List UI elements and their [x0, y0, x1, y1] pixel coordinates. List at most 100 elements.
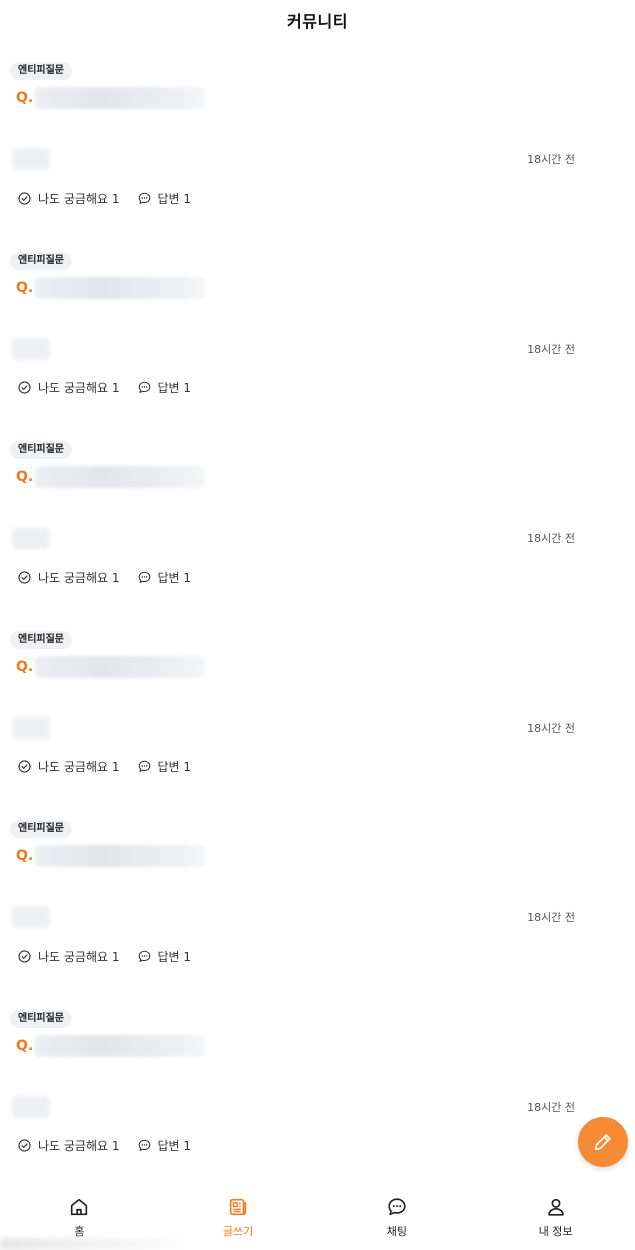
tab-label: 채팅: [386, 1225, 407, 1238]
question-title-blurred: [35, 845, 206, 868]
comment-icon: [138, 760, 150, 773]
question-mark: Q.: [16, 90, 34, 106]
curious-button[interactable]: 나도 궁금해요 1: [18, 948, 120, 965]
post-card[interactable]: 엔티피질문 Q. 18시간 전 나도 궁금해요 1 답변 1: [0, 1006, 635, 1196]
answer-count-label: 답변 1: [157, 949, 192, 964]
comment-icon: [138, 1140, 150, 1152]
answer-count-label: 답변 1: [157, 570, 192, 585]
author-name-blurred: [12, 906, 50, 929]
question-mark: Q.: [16, 848, 34, 865]
comment-icon: [138, 950, 150, 962]
tab-label: 홈: [74, 1225, 85, 1238]
post-time: 18시간 전: [527, 911, 575, 925]
category-badge: 엔티피질문: [10, 820, 72, 839]
category-badge: 엔티피질문: [10, 62, 72, 80]
curious-count-label: 나도 궁금해요 1: [38, 1139, 120, 1154]
question-title-blurred: [35, 655, 206, 678]
answer-button[interactable]: 답변 1: [138, 569, 192, 586]
comment-icon: [138, 381, 150, 393]
comment-icon: [138, 192, 150, 204]
author-name-blurred: [12, 148, 50, 170]
app-header: 커뮤니티: [0, 0, 635, 40]
answer-count-label: 답변 1: [157, 1139, 192, 1154]
page-title: 커뮤니티: [287, 12, 348, 31]
question-mark: Q.: [16, 1037, 34, 1054]
tab-label: 내 정보: [538, 1225, 573, 1238]
question-row[interactable]: Q.: [16, 465, 206, 489]
curious-count-label: 나도 궁금해요 1: [38, 191, 120, 206]
answer-count-label: 답변 1: [157, 191, 192, 206]
post-feed[interactable]: 엔티피질문 Q. 18시간 전 나도 궁금해요 1 답변 1 엔티피질문 Q. …: [0, 58, 635, 1196]
chat-icon: [388, 1198, 406, 1216]
pencil-icon: [594, 1134, 611, 1151]
post-card[interactable]: 엔티피질문 Q. 18시간 전 나도 궁금해요 1 답변 1: [0, 627, 635, 817]
tab-label: 글쓰기: [222, 1225, 254, 1238]
post-time: 18시간 전: [527, 342, 575, 356]
curious-button[interactable]: 나도 궁금해요 1: [18, 379, 120, 396]
question-row[interactable]: Q.: [16, 844, 206, 868]
author-name-blurred: [12, 1095, 50, 1118]
check-circle-icon: [18, 950, 31, 963]
answer-button[interactable]: 답변 1: [138, 379, 192, 396]
curious-count-label: 나도 궁금해요 1: [38, 949, 120, 964]
check-circle-icon: [18, 381, 31, 394]
question-mark: Q.: [16, 658, 34, 675]
post-time: 18시간 전: [527, 532, 575, 546]
answer-count-label: 답변 1: [157, 381, 192, 396]
question-title-blurred: [35, 1034, 206, 1057]
answer-button[interactable]: 답변 1: [138, 190, 192, 207]
question-mark: Q.: [16, 279, 34, 296]
check-circle-icon: [18, 760, 31, 773]
curious-button[interactable]: 나도 궁금해요 1: [18, 1137, 120, 1154]
write-icon: [229, 1198, 247, 1216]
tab-profile[interactable]: 내 정보: [476, 1188, 635, 1250]
comment-icon: [138, 571, 150, 583]
post-stats: 나도 궁금해요 1 답변 1: [18, 378, 191, 398]
answer-button[interactable]: 답변 1: [138, 758, 192, 775]
question-title-blurred: [35, 87, 206, 109]
post-stats: 나도 궁금해요 1 답변 1: [18, 946, 191, 966]
user-icon: [547, 1198, 564, 1216]
post-time: 18시간 전: [527, 153, 575, 166]
question-mark: Q.: [16, 469, 34, 486]
post-stats: 나도 궁금해요 1 답변 1: [18, 1136, 191, 1156]
question-title-blurred: [35, 466, 206, 489]
post-stats: 나도 궁금해요 1 답변 1: [18, 188, 191, 208]
write-post-fab[interactable]: [578, 1117, 628, 1167]
home-icon: [71, 1198, 88, 1216]
category-badge: 엔티피질문: [10, 251, 72, 270]
question-row[interactable]: Q.: [16, 1034, 206, 1058]
post-time: 18시간 전: [527, 1100, 575, 1114]
question-row[interactable]: Q.: [16, 655, 206, 679]
curious-count-label: 나도 궁금해요 1: [38, 381, 120, 396]
category-badge: 엔티피질문: [10, 1009, 72, 1028]
author-name-blurred: [12, 527, 50, 550]
post-stats: 나도 궁금해요 1 답변 1: [18, 757, 191, 777]
author-name-blurred: [12, 337, 50, 360]
bottom-fade: [0, 1238, 200, 1250]
tab-chat[interactable]: 채팅: [318, 1188, 477, 1250]
category-badge: 엔티피질문: [10, 441, 72, 460]
post-stats: 나도 궁금해요 1 답변 1: [18, 567, 191, 587]
post-card[interactable]: 엔티피질문 Q. 18시간 전 나도 궁금해요 1 답변 1: [0, 248, 635, 438]
post-time: 18시간 전: [527, 721, 575, 735]
category-badge: 엔티피질문: [10, 630, 72, 649]
check-circle-icon: [18, 571, 31, 584]
curious-count-label: 나도 궁금해요 1: [38, 760, 120, 775]
post-card[interactable]: 엔티피질문 Q. 18시간 전 나도 궁금해요 1 답변 1: [0, 58, 635, 248]
answer-count-label: 답변 1: [157, 760, 192, 775]
curious-count-label: 나도 궁금해요 1: [38, 570, 120, 585]
author-name-blurred: [12, 716, 50, 739]
check-circle-icon: [18, 191, 31, 205]
post-card[interactable]: 엔티피질문 Q. 18시간 전 나도 궁금해요 1 답변 1: [0, 437, 635, 627]
question-row[interactable]: Q.: [16, 276, 206, 300]
answer-button[interactable]: 답변 1: [138, 1137, 192, 1154]
question-title-blurred: [35, 276, 206, 299]
curious-button[interactable]: 나도 궁금해요 1: [18, 569, 120, 586]
curious-button[interactable]: 나도 궁금해요 1: [18, 190, 120, 207]
curious-button[interactable]: 나도 궁금해요 1: [18, 758, 120, 775]
question-row[interactable]: Q.: [16, 86, 206, 110]
post-card[interactable]: 엔티피질문 Q. 18시간 전 나도 궁금해요 1 답변 1: [0, 816, 635, 1006]
answer-button[interactable]: 답변 1: [138, 948, 192, 965]
check-circle-icon: [18, 1139, 31, 1153]
